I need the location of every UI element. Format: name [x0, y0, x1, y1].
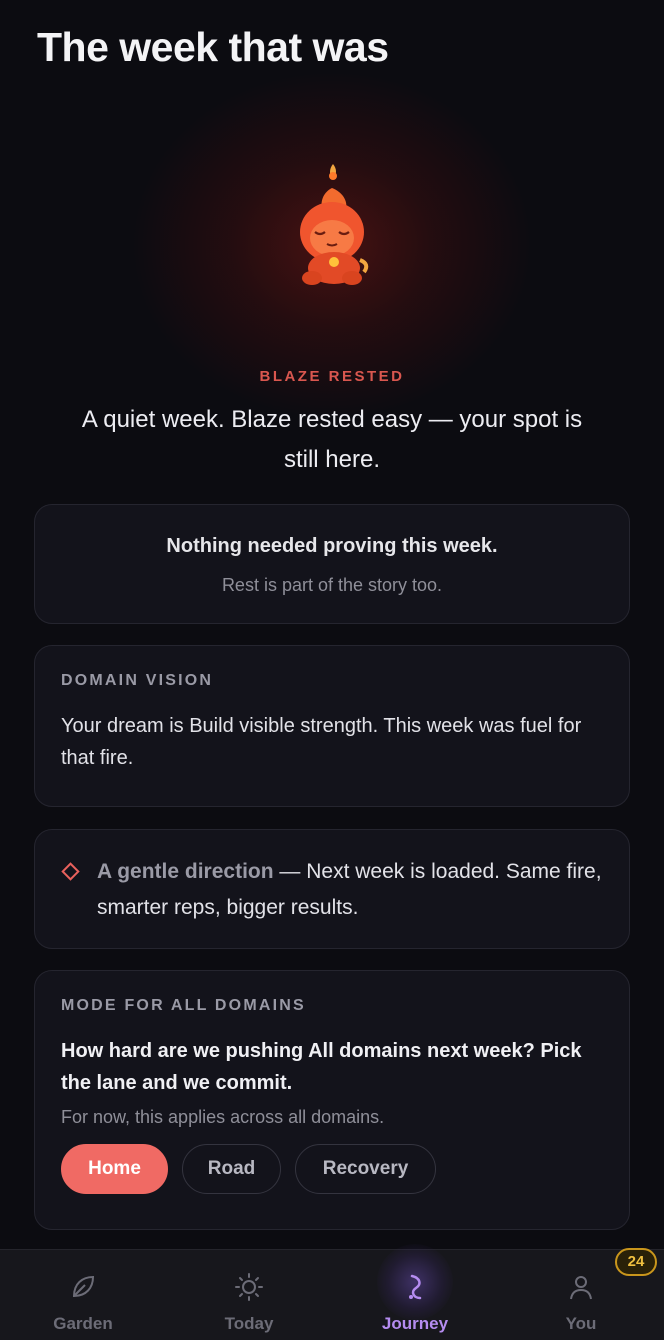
- mode-option-home[interactable]: Home: [61, 1144, 168, 1194]
- direction-separator: —: [273, 860, 307, 883]
- direction-emphasis: A gentle direction: [97, 860, 274, 883]
- direction-card: A gentle direction — Next week is loaded…: [34, 829, 630, 949]
- mode-note: For now, this applies across all domains…: [61, 1107, 385, 1127]
- tab-today[interactable]: Today: [166, 1250, 332, 1340]
- summary-subtitle: Rest is part of the story too.: [221, 575, 443, 595]
- notification-badge[interactable]: 24: [615, 1248, 657, 1276]
- leaf-icon: [72, 1275, 95, 1298]
- bottom-tab-bar: Garden Today Journey You: [0, 1244, 664, 1340]
- tab-journey-label: Journey: [381, 1314, 449, 1333]
- mode-option-recovery[interactable]: Recovery: [295, 1144, 436, 1194]
- mode-card: MODE FOR ALL DOMAINS How hard are we pus…: [34, 970, 630, 1230]
- domain-vision-body: Your dream is Build visible strength. Th…: [61, 715, 582, 769]
- hero-eyebrow: BLAZE RESTED: [259, 368, 405, 385]
- sun-icon: [235, 1273, 263, 1301]
- person-icon: [570, 1276, 592, 1300]
- domain-vision-label: DOMAIN VISION: [61, 672, 214, 689]
- tab-garden[interactable]: Garden: [0, 1250, 166, 1340]
- direction-text: A gentle direction — Next week is loaded…: [97, 854, 617, 926]
- tab-you-label: You: [565, 1314, 597, 1333]
- tab-garden-label: Garden: [53, 1314, 113, 1333]
- mode-option-road[interactable]: Road: [182, 1144, 281, 1194]
- tab-journey[interactable]: Journey: [332, 1244, 498, 1340]
- summary-title: Nothing needed proving this week.: [166, 535, 498, 557]
- hero-headline: A quiet week. Blaze rested easy — your s…: [81, 406, 583, 473]
- mode-question: How hard are we pushing All domains next…: [61, 1040, 582, 1094]
- mode-label: MODE FOR ALL DOMAINS: [61, 997, 306, 1014]
- summary-card: Nothing needed proving this week. Rest i…: [34, 504, 630, 624]
- blaze-mascot-icon: [300, 164, 369, 285]
- tab-today-label: Today: [224, 1314, 274, 1333]
- diamond-icon: [61, 862, 80, 881]
- domain-vision-card: DOMAIN VISION Your dream is Build visibl…: [34, 645, 630, 807]
- page-title: The week that was: [37, 24, 389, 70]
- path-icon: [409, 1274, 422, 1300]
